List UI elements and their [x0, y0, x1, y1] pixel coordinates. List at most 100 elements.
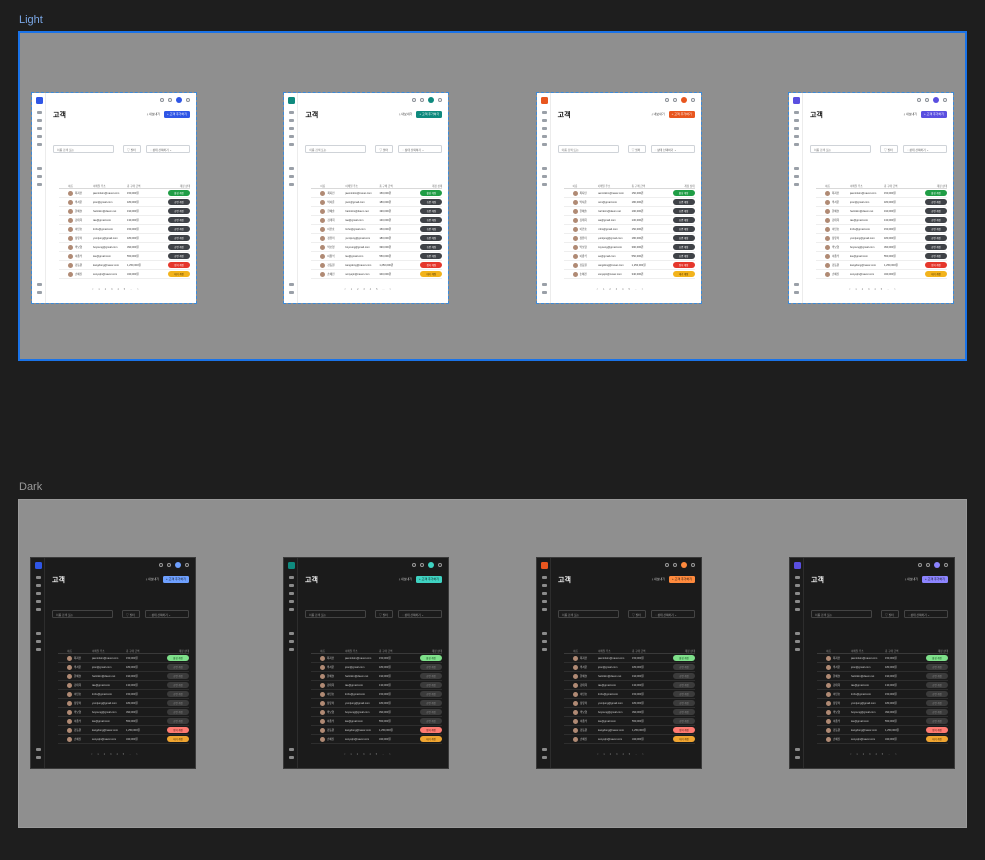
- sidebar-nav-icon[interactable]: [541, 167, 547, 170]
- table-row[interactable]: 이민호 lmho@gmail.com 150,000원 휴면 계정: [563, 225, 695, 234]
- search-input[interactable]: 이름 검색 또는: [52, 610, 113, 618]
- table-row[interactable]: 손예진 sonyejin@naver.com 340,000원 대기 계정: [817, 735, 948, 744]
- table-row[interactable]: 한예슬 harinkim@daum.net 190,000원 휴면 계정: [58, 672, 189, 681]
- column-header[interactable]: 이름: [59, 184, 93, 188]
- bell-icon[interactable]: [167, 563, 171, 567]
- page-link[interactable]: 3: [869, 753, 870, 756]
- sidebar-nav-icon[interactable]: [37, 283, 42, 286]
- column-header[interactable]: 계정 상태: [411, 184, 442, 188]
- sidebar-nav-icon[interactable]: [795, 576, 800, 579]
- sidebar-nav-icon[interactable]: [542, 640, 547, 643]
- page-link[interactable]: ...: [635, 288, 637, 291]
- table-row[interactable]: 정유미 yumijung@gmail.com 180,000원 휴면 계정: [817, 699, 948, 708]
- sidebar-nav-icon[interactable]: [541, 291, 547, 294]
- table-row[interactable]: 김태희 tae@gmail.com 130,000원 휴면 계정: [59, 216, 190, 225]
- sidebar-nav-icon[interactable]: [289, 748, 294, 751]
- page-link[interactable]: 5: [881, 288, 882, 291]
- page-link[interactable]: <: [597, 288, 598, 291]
- filter-button[interactable]: ▽ 필터: [123, 145, 141, 153]
- sidebar-nav-icon[interactable]: [542, 584, 547, 587]
- sidebar-nav-icon[interactable]: [289, 183, 295, 186]
- column-header[interactable]: 총 구매 금액: [126, 649, 158, 653]
- column-header[interactable]: 총 구매 금액: [632, 184, 664, 188]
- light-customer-screen-3[interactable]: 고객 ⤓ 내보내기 + 고객 추가하기 이름 검색 또는 ▽ 필터 ◌ 상태 선택하기 ⌄…: [535, 92, 702, 304]
- export-button[interactable]: ⤓ 내보내기: [399, 577, 412, 581]
- sidebar-nav-icon[interactable]: [36, 600, 41, 603]
- column-header[interactable]: 총 구매 금액: [127, 184, 159, 188]
- table-row[interactable]: 손예진 sonyejin@naver.com 340,000원 대기 계정: [563, 270, 695, 279]
- table-row[interactable]: 한예슬 harinkim@daum.net 190,000원 휴면 계정: [311, 672, 442, 681]
- light-frame[interactable]: 고객 ⤓ 내보내기 + 고객 추가하기 이름 검색 또는 ▽ 필터 ◌ 상태 선택하기 ⌄…: [18, 31, 967, 361]
- column-header[interactable]: 이름: [311, 649, 345, 653]
- column-header[interactable]: 이름: [817, 649, 851, 653]
- page-link[interactable]: 4: [116, 753, 117, 756]
- page-link[interactable]: 4: [369, 753, 370, 756]
- avatar[interactable]: [680, 97, 687, 103]
- sidebar-nav-icon[interactable]: [795, 632, 800, 635]
- avatar[interactable]: [428, 562, 434, 568]
- page-link[interactable]: 5: [123, 753, 124, 756]
- gear-icon[interactable]: [438, 563, 442, 567]
- table-row[interactable]: 김태희 tae@gmail.com 130,000원 휴면 계정: [817, 681, 948, 690]
- page-link[interactable]: 3: [363, 753, 364, 756]
- page-link[interactable]: 2: [609, 288, 610, 291]
- app-logo-icon[interactable]: [792, 97, 800, 104]
- sidebar-nav-icon[interactable]: [793, 119, 799, 122]
- app-logo-icon[interactable]: [540, 97, 548, 104]
- search-icon[interactable]: [159, 563, 163, 567]
- app-logo-icon[interactable]: [541, 562, 548, 569]
- page-link[interactable]: 1: [350, 753, 351, 756]
- app-logo-icon[interactable]: [288, 562, 295, 569]
- export-button[interactable]: ⤓ 내보내기: [651, 112, 664, 116]
- sidebar-nav-icon[interactable]: [36, 648, 41, 651]
- table-row[interactable]: 강동원 kangdong@naver.com 1,250,000원 정지 계정: [58, 726, 189, 735]
- table-row[interactable]: 최지민 jaeminkim@naver.com 150,000원 활성 계정: [58, 654, 189, 663]
- column-header[interactable]: 계정 상태: [664, 184, 694, 188]
- table-row[interactable]: 박보영 boyoung@gmail.com 390,000원 휴면 계정: [58, 708, 189, 717]
- sidebar-nav-icon[interactable]: [289, 584, 294, 587]
- table-row[interactable]: 이민호 lmho@gmail.com 150,000원 휴면 계정: [564, 690, 695, 699]
- sidebar-nav-icon[interactable]: [289, 175, 295, 178]
- sidebar-nav-icon[interactable]: [541, 111, 547, 114]
- table-row[interactable]: 이종석 lee@gmail.com 550,000원 휴면 계정: [311, 717, 442, 726]
- filter-button[interactable]: ▽ 필터: [122, 610, 140, 618]
- sidebar-nav-icon[interactable]: [36, 756, 41, 759]
- column-header[interactable]: 이름: [816, 184, 850, 188]
- sidebar-nav-icon[interactable]: [793, 127, 799, 130]
- status-select[interactable]: ◌ 상태 선택하기 ⌄: [904, 610, 948, 618]
- sidebar-nav-icon[interactable]: [795, 648, 800, 651]
- page-link[interactable]: 3: [868, 288, 869, 291]
- table-row[interactable]: 강동원 kangdong@naver.com 1,250,000원 정지 계정: [817, 726, 948, 735]
- add-customer-button[interactable]: + 고객 추가하기: [921, 111, 947, 118]
- sidebar-nav-icon[interactable]: [37, 111, 42, 114]
- sidebar-nav-icon[interactable]: [795, 600, 800, 603]
- table-row[interactable]: 최지민 jaeminkim@naver.com 150,000원 활성 계정: [817, 654, 948, 663]
- table-row[interactable]: 이민호 lmho@gmail.com 150,000원 휴면 계정: [817, 690, 948, 699]
- column-header[interactable]: 계정 상태: [158, 649, 189, 653]
- search-icon[interactable]: [664, 98, 669, 102]
- add-customer-button[interactable]: + 고객 추가하기: [164, 111, 190, 118]
- column-header[interactable]: 이메일 주소: [93, 184, 127, 188]
- dark-customer-screen-4[interactable]: 고객 ⤓ 내보내기 + 고객 추가하기 이름 검색 또는 ▽ 필터 ◌ 상태 선택하기 ⌄…: [789, 557, 955, 769]
- table-row[interactable]: 이종석 lee@gmail.com 550,000원 휴면 계정: [817, 717, 948, 726]
- table-row[interactable]: 김태희 tae@gmail.com 130,000원 휴면 계정: [563, 216, 695, 225]
- table-row[interactable]: 최지민 jaeminkim@naver.com 150,000원 활성 계정: [311, 189, 443, 198]
- column-header[interactable]: 이메일 주소: [345, 184, 379, 188]
- page-link[interactable]: ...: [382, 753, 384, 756]
- bell-icon[interactable]: [420, 98, 425, 102]
- bell-icon[interactable]: [672, 98, 677, 102]
- page-link[interactable]: 5: [376, 753, 377, 756]
- sidebar-nav-icon[interactable]: [289, 283, 295, 286]
- search-icon[interactable]: [918, 563, 922, 567]
- sidebar-nav-icon[interactable]: [36, 576, 41, 579]
- sidebar-nav-icon[interactable]: [37, 175, 42, 178]
- page-link[interactable]: 1: [856, 753, 857, 756]
- sidebar-nav-icon[interactable]: [541, 135, 547, 138]
- page-link[interactable]: >: [642, 288, 643, 291]
- page-link[interactable]: 2: [357, 753, 358, 756]
- column-header[interactable]: 이름: [58, 649, 92, 653]
- light-customer-screen-4[interactable]: 고객 ⤓ 내보내기 + 고객 추가하기 이름 검색 또는 ▽ 필터 ◌ 상태 선택하기 ⌄…: [787, 92, 954, 304]
- page-link[interactable]: <: [91, 753, 92, 756]
- table-row[interactable]: 손예진 sonyejin@naver.com 340,000원 대기 계정: [311, 270, 443, 279]
- page-link[interactable]: <: [344, 288, 345, 291]
